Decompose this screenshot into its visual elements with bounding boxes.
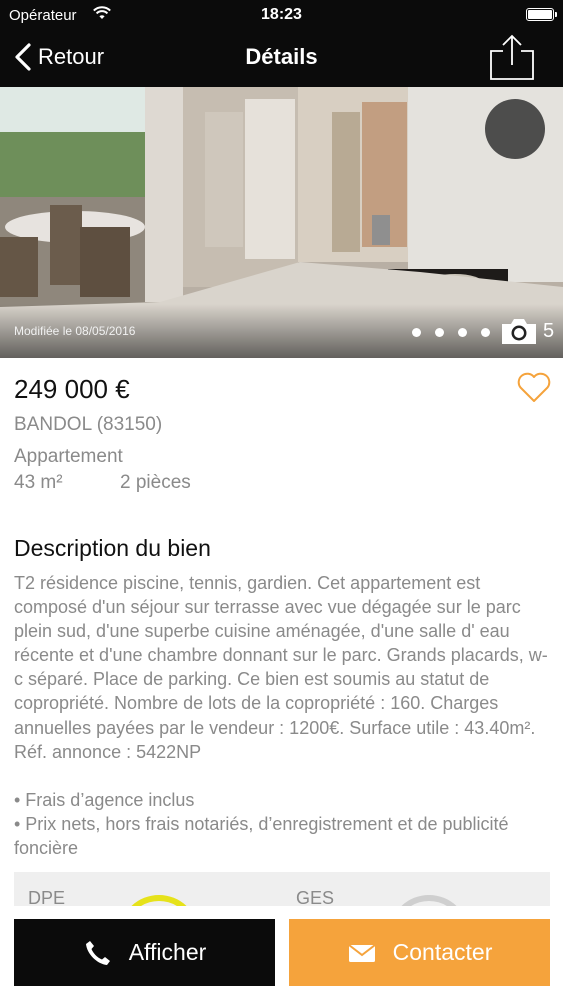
city: BANDOL (83150) [14,414,163,435]
top-bar: Opérateur 18:23 Retour Détails [0,0,563,87]
ges-gauge [401,895,457,906]
description-bullets: • Frais d’agence inclus • Prix nets, hor… [14,788,554,860]
description-text: T2 résidence piscine, tennis, gardien. C… [14,573,548,762]
page-title: Détails [245,44,318,69]
dpe-gauge [131,895,187,906]
mail-icon [348,943,376,962]
heart-icon[interactable] [516,371,552,403]
clock: 18:23 [261,6,302,23]
dpe-label: DPE [28,888,66,906]
price: 249 000 € [14,374,130,404]
action-bar: Afficher Contacter [0,906,563,1000]
camera-icon [502,319,536,344]
contact-button[interactable]: Contacter [289,919,550,986]
bullet-item: • Frais d’agence inclus [14,790,195,810]
pagination-dot [435,328,444,337]
share-icon[interactable] [489,34,535,80]
phone-icon [85,940,110,965]
bullet-item: • Prix nets, hors frais notariés, d’enre… [14,814,509,859]
contact-label: Contacter [392,939,493,965]
rooms: 2 pièces [120,472,191,493]
status-bar: Opérateur 18:23 [0,0,563,30]
energy-panel: DPE GES [14,872,550,906]
modified-date: Modifiée le 08/05/2016 [14,324,136,338]
photo-count: 5 [543,320,555,342]
show-phone-label: Afficher [128,939,207,965]
property-type: Appartement [14,446,123,467]
pagination-dot [412,328,421,337]
battery-icon [526,8,557,21]
pagination-dot [481,328,490,337]
surface: 43 m² [14,472,63,493]
pagination-dot [458,328,467,337]
description-title: Description du bien [14,535,211,561]
show-phone-button[interactable]: Afficher [14,919,275,986]
carousel-pagination [412,328,490,337]
ges-label: GES [296,888,335,906]
property-photo-carousel[interactable]: Modifiée le 08/05/2016 5 [0,87,563,358]
